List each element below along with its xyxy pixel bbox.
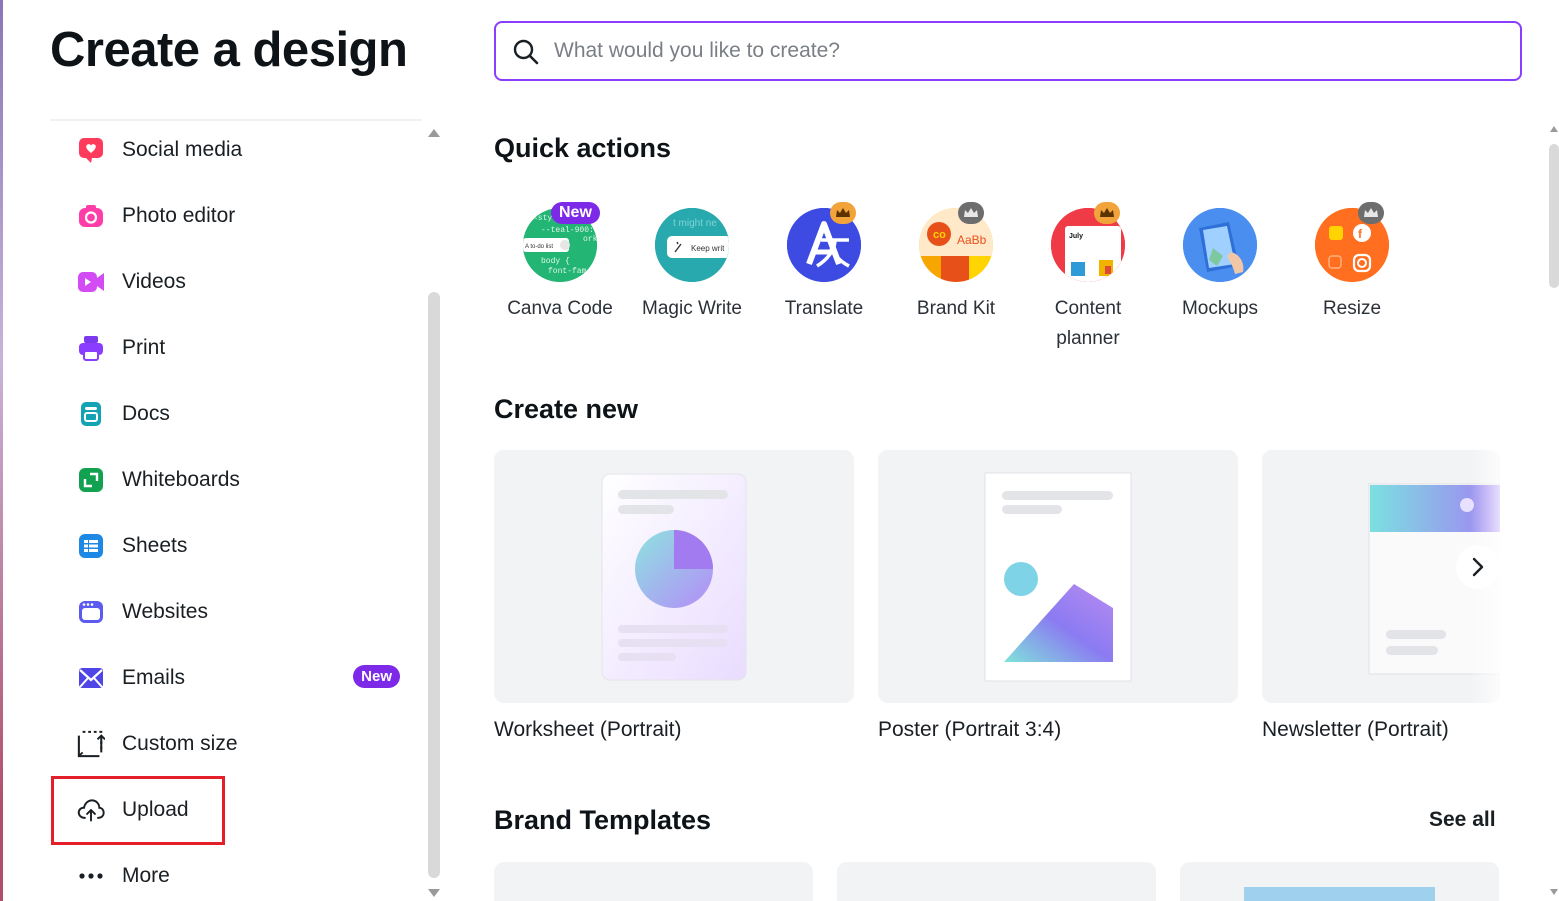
- carousel-next-button[interactable]: [1456, 545, 1500, 589]
- quick-action-label: Translate: [784, 298, 864, 319]
- custom-size-icon: [77, 730, 105, 758]
- printer-icon: [77, 334, 105, 362]
- quick-action-magic-write[interactable]: t might ne Keep writ Magic Write: [626, 208, 758, 324]
- new-badge: New: [353, 665, 400, 688]
- chevron-right-icon: [1472, 557, 1484, 577]
- mockups-icon: [1183, 208, 1257, 282]
- magic-write-text: Keep writ: [691, 244, 725, 253]
- code-line-text: ork: [583, 235, 597, 244]
- template-card-label: Newsletter (Portrait): [1262, 718, 1449, 741]
- page-title: Create a design: [50, 23, 408, 77]
- search-icon: [512, 38, 540, 71]
- quick-action-label: Resize: [1322, 298, 1382, 319]
- crown-icon: [958, 202, 984, 224]
- crown-icon: [1358, 202, 1384, 224]
- quick-action-brand-kit[interactable]: co AaBb Brand Kit: [890, 202, 1022, 324]
- cloud-upload-icon: [77, 796, 105, 824]
- search-bar[interactable]: [494, 21, 1522, 81]
- planner-month-text: July: [1069, 233, 1083, 240]
- sidebar-item-label: Upload: [122, 798, 189, 821]
- sidebar-item-label: Websites: [122, 600, 208, 623]
- magic-write-icon: t might ne Keep writ: [655, 208, 729, 282]
- more-dots-icon: [77, 862, 105, 890]
- main-scroll-down-icon[interactable]: [1550, 889, 1558, 895]
- brand-template-thumbnail: [1244, 887, 1435, 901]
- main-scroll-up-icon[interactable]: [1550, 126, 1558, 132]
- brand-template-card[interactable]: [1180, 862, 1499, 901]
- crown-icon: [1094, 202, 1120, 224]
- template-card-label: Worksheet (Portrait): [494, 718, 682, 741]
- sidebar-item-label: Photo editor: [122, 204, 236, 227]
- heart-icon: [77, 136, 105, 164]
- sidebar-item-label: Print: [122, 336, 166, 359]
- sidebar-item-label: Sheets: [122, 534, 188, 557]
- quick-action-label: Brand Kit: [916, 298, 996, 319]
- quick-action-content-planner[interactable]: July Content planner: [1022, 202, 1154, 354]
- sidebar-item-label: Emails: [122, 666, 186, 689]
- sidebar-item-print[interactable]: Print: [50, 320, 410, 376]
- doc-icon: [77, 400, 105, 428]
- sheets-icon: [77, 532, 105, 560]
- brand-templates-title: Brand Templates: [494, 805, 712, 835]
- template-card-poster[interactable]: [878, 450, 1238, 703]
- carousel-fade: [1470, 450, 1510, 780]
- sidebar-item-label: Social media: [122, 138, 243, 161]
- brand-template-card[interactable]: [494, 862, 813, 901]
- new-badge: New: [551, 202, 600, 224]
- sidebar-item-videos[interactable]: Videos: [50, 254, 410, 310]
- crown-icon: [830, 202, 856, 224]
- sidebar-item-label: More: [122, 864, 170, 887]
- sidebar-item-photo-editor[interactable]: Photo editor: [50, 188, 410, 244]
- sidebar-item-websites[interactable]: Websites: [50, 584, 410, 640]
- sidebar-item-more[interactable]: More: [50, 848, 410, 901]
- template-card-worksheet[interactable]: [494, 450, 854, 703]
- brand-template-card[interactable]: [837, 862, 1156, 901]
- quick-action-mockups[interactable]: Mockups: [1154, 208, 1286, 324]
- sidebar-item-social-media[interactable]: Social media: [50, 122, 410, 178]
- magic-write-bg-text: t might ne: [673, 218, 717, 229]
- camera-icon: [77, 202, 105, 230]
- whiteboard-icon: [77, 466, 105, 494]
- code-line-text: --teal-900:: [541, 226, 594, 235]
- svg-text:co: co: [933, 229, 946, 241]
- sidebar-item-label: Videos: [122, 270, 186, 293]
- sidebar-item-label: Whiteboards: [122, 468, 240, 491]
- sidebar-scroll-thumb[interactable]: [428, 292, 440, 878]
- quick-action-translate[interactable]: Translate: [758, 202, 890, 324]
- sidebar-item-docs[interactable]: Docs: [50, 386, 410, 442]
- envelope-icon: [77, 664, 105, 692]
- quick-action-canva-code[interactable]: <sty --teal-900: ork body { font-fam A t…: [494, 202, 626, 324]
- scroll-up-icon[interactable]: [428, 129, 440, 137]
- quick-action-resize[interactable]: f Resize: [1286, 202, 1418, 324]
- search-input[interactable]: [554, 35, 1454, 67]
- sidebar: Social media Photo editor Videos Print D…: [50, 119, 422, 901]
- quick-action-label: Canva Code: [507, 298, 613, 319]
- poster-thumbnail: [984, 472, 1132, 682]
- brand-kit-text: AaBb: [957, 233, 987, 247]
- sidebar-item-custom-size[interactable]: Custom size: [50, 716, 410, 772]
- sidebar-item-label: Custom size: [122, 732, 238, 755]
- sidebar-item-whiteboards[interactable]: Whiteboards: [50, 452, 410, 508]
- template-card-label: Poster (Portrait 3:4): [878, 718, 1062, 741]
- code-line-text: body {: [541, 257, 570, 266]
- scroll-down-icon[interactable]: [428, 889, 440, 897]
- video-icon: [77, 268, 105, 296]
- sidebar-item-sheets[interactable]: Sheets: [50, 518, 410, 574]
- create-new-title: Create new: [494, 394, 639, 424]
- code-line-text: <sty: [533, 214, 552, 223]
- sidebar-item-label: Docs: [122, 402, 170, 425]
- browser-icon: [77, 598, 105, 626]
- see-all-link[interactable]: See all: [1429, 808, 1496, 832]
- quick-action-label: Magic Write: [642, 298, 742, 319]
- quick-action-label: Content planner: [1054, 298, 1122, 349]
- code-todo-text: A to-do list: [525, 244, 553, 250]
- sidebar-item-upload[interactable]: Upload: [50, 782, 410, 838]
- main-scroll-thumb[interactable]: [1549, 144, 1559, 288]
- quick-actions-title: Quick actions: [494, 133, 672, 163]
- worksheet-thumbnail: [601, 473, 747, 681]
- window-edge: [0, 0, 3, 901]
- sidebar-item-emails[interactable]: Emails New: [50, 650, 410, 706]
- code-line-text: font-fam: [548, 267, 587, 276]
- quick-action-label: Mockups: [1181, 298, 1259, 319]
